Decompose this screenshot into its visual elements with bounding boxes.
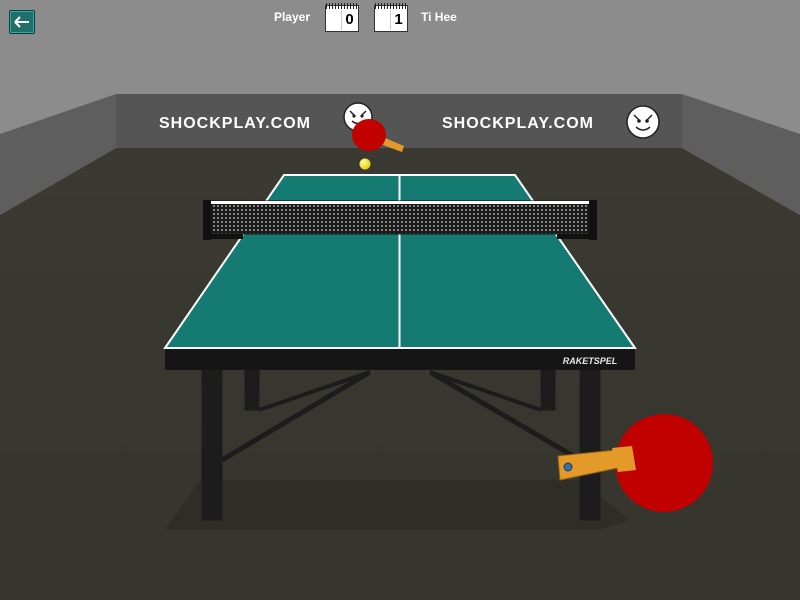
player-score-card: 0 (325, 3, 359, 32)
tiger-mascot-icon (626, 105, 660, 139)
table-shadow (165, 480, 630, 530)
game-scene[interactable]: SHOCKPLAY.COM SHOCKPLAY.COM RAKETSPEL (0, 0, 800, 600)
score-card-spiral (326, 3, 358, 9)
opponent-score: 1 (391, 10, 406, 30)
player-score: 0 (342, 10, 357, 30)
game-stage[interactable]: SHOCKPLAY.COM SHOCKPLAY.COM RAKETSPEL Pl… (0, 0, 800, 600)
score-card-blank (377, 10, 391, 30)
ball-icon (359, 158, 371, 170)
score-card-spiral (375, 3, 407, 9)
banner-brand-right: SHOCKPLAY.COM (442, 115, 594, 132)
opponent-score-card: 1 (374, 3, 408, 32)
player-name: Player (273, 10, 310, 24)
banner-brand-left: SHOCKPLAY.COM (159, 115, 311, 132)
table-brand-label: RAKETSPEL (563, 356, 618, 366)
table-net (203, 200, 597, 240)
score-card-blank (328, 10, 342, 30)
scoreboard: Player 0 1 Ti Hee (0, 3, 800, 34)
opponent-name: Ti Hee (421, 10, 457, 24)
